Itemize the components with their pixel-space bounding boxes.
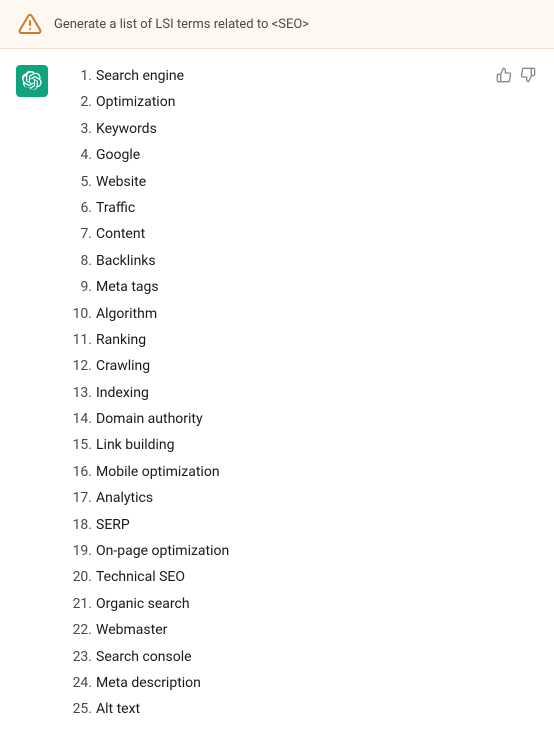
list-item-number: 24. (60, 672, 92, 694)
list-item-text: Technical SEO (96, 566, 185, 588)
list-item-text: Webmaster (96, 619, 167, 641)
chat-area: 1.Search engine2.Optimization3.Keywords4… (0, 49, 554, 737)
list-item-number: 19. (60, 540, 92, 562)
list-item-text: Crawling (96, 355, 150, 377)
list-item-number: 21. (60, 593, 92, 615)
list-item: 5.Website (60, 171, 538, 193)
list-item: 14.Domain authority (60, 408, 538, 430)
list-item: 10.Algorithm (60, 303, 538, 325)
list-item-number: 5. (60, 171, 92, 193)
list-item-number: 11. (60, 329, 92, 351)
list-item-number: 17. (60, 487, 92, 509)
list-item-text: Search console (96, 646, 192, 668)
list-item-number: 15. (60, 434, 92, 456)
header-bar: Generate a list of LSI terms related to … (0, 0, 554, 49)
list-item-text: Meta tags (96, 276, 159, 298)
list-item-number: 10. (60, 303, 92, 325)
list-item: 3.Keywords (60, 118, 538, 140)
list-item-number: 20. (60, 566, 92, 588)
list-item: 7.Content (60, 223, 538, 245)
list-item-number: 12. (60, 355, 92, 377)
list-item: 6.Traffic (60, 197, 538, 219)
list-item-text: Meta description (96, 672, 201, 694)
list-item: 20.Technical SEO (60, 566, 538, 588)
list-item: 23.Search console (60, 646, 538, 668)
list-item: 11.Ranking (60, 329, 538, 351)
list-item-text: Optimization (96, 91, 175, 113)
list-item-number: 2. (60, 91, 92, 113)
list-item-number: 6. (60, 197, 92, 219)
list-item-number: 22. (60, 619, 92, 641)
list-item: 17.Analytics (60, 487, 538, 509)
header-prompt-text: Generate a list of LSI terms related to … (54, 17, 309, 32)
list-item: 4.Google (60, 144, 538, 166)
list-item-text: Backlinks (96, 250, 156, 272)
lsi-terms-list: 1.Search engine2.Optimization3.Keywords4… (60, 65, 538, 721)
list-item-text: Organic search (96, 593, 190, 615)
list-item-text: Algorithm (96, 303, 157, 325)
list-item-number: 14. (60, 408, 92, 430)
list-item: 2.Optimization (60, 91, 538, 113)
list-item-number: 1. (60, 65, 92, 87)
list-item: 15.Link building (60, 434, 538, 456)
warning-icon (16, 10, 44, 38)
list-item: 13.Indexing (60, 382, 538, 404)
list-item-number: 8. (60, 250, 92, 272)
list-item-text: Ranking (96, 329, 146, 351)
list-item-text: Traffic (96, 197, 135, 219)
list-item-text: Domain authority (96, 408, 203, 430)
list-item: 9.Meta tags (60, 276, 538, 298)
list-item-text: Search engine (96, 65, 184, 87)
list-item-number: 3. (60, 118, 92, 140)
list-item-number: 7. (60, 223, 92, 245)
message-content: 1.Search engine2.Optimization3.Keywords4… (60, 65, 538, 721)
thumbs-down-button[interactable] (518, 65, 538, 85)
list-item: 22.Webmaster (60, 619, 538, 641)
list-item: 25.Alt text (60, 698, 538, 720)
list-item-number: 4. (60, 144, 92, 166)
list-item: 1.Search engine (60, 65, 538, 87)
list-item-text: Google (96, 144, 140, 166)
list-item-text: Link building (96, 434, 175, 456)
list-item-number: 25. (60, 698, 92, 720)
list-item: 16.Mobile optimization (60, 461, 538, 483)
list-item: 12.Crawling (60, 355, 538, 377)
list-item: 24.Meta description (60, 672, 538, 694)
thumbs-up-button[interactable] (494, 65, 514, 85)
list-item: 8.Backlinks (60, 250, 538, 272)
list-item-text: Mobile optimization (96, 461, 220, 483)
list-item-text: SERP (96, 514, 130, 536)
list-item-number: 16. (60, 461, 92, 483)
list-item-number: 13. (60, 382, 92, 404)
list-item-text: Analytics (96, 487, 153, 509)
list-item-number: 9. (60, 276, 92, 298)
list-item-text: On-page optimization (96, 540, 229, 562)
list-item: 21.Organic search (60, 593, 538, 615)
list-item-text: Indexing (96, 382, 149, 404)
list-item-number: 23. (60, 646, 92, 668)
list-item-text: Alt text (96, 698, 140, 720)
list-item-text: Website (96, 171, 146, 193)
list-item: 19.On-page optimization (60, 540, 538, 562)
chatgpt-avatar (16, 65, 48, 97)
list-item-text: Content (96, 223, 145, 245)
list-item-number: 18. (60, 514, 92, 536)
list-item: 18.SERP (60, 514, 538, 536)
list-item-text: Keywords (96, 118, 157, 140)
action-buttons (494, 65, 538, 85)
